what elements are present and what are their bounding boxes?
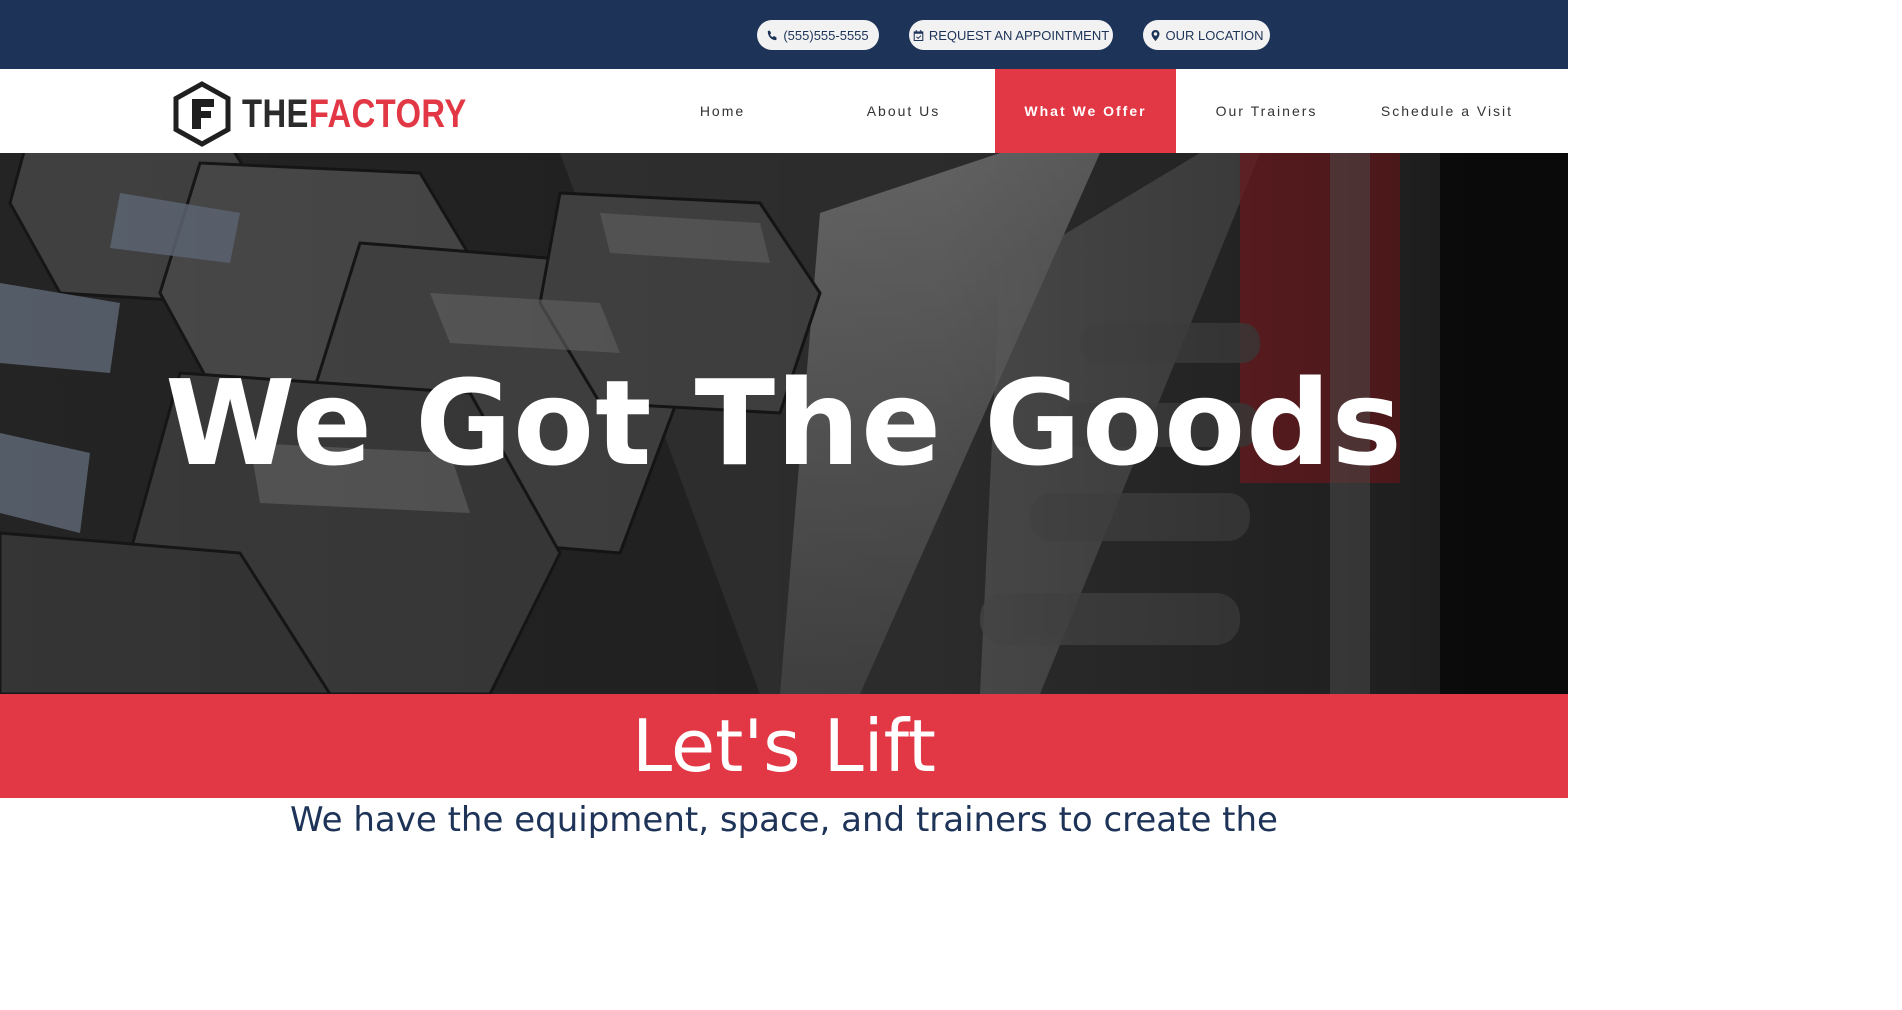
- phone-icon: [768, 30, 777, 40]
- logo-wordmark: THEFACTORY: [242, 92, 467, 137]
- nav-our-trainers[interactable]: Our Trainers: [1176, 69, 1357, 153]
- logo-text-the: THE: [242, 91, 309, 136]
- phone-label: (555)555-5555: [783, 27, 869, 43]
- site-logo[interactable]: THEFACTORY: [172, 81, 516, 147]
- map-marker-icon: [1151, 29, 1159, 41]
- nav-about-us[interactable]: About Us: [813, 69, 994, 153]
- main-navbar: THEFACTORY Home About Us What We Offer O…: [0, 69, 1568, 153]
- lets-lift-band: Let's Lift: [0, 694, 1568, 798]
- nav-what-we-offer[interactable]: What We Offer: [995, 69, 1176, 153]
- request-appointment-label: REQUEST AN APPOINTMENT: [928, 27, 1110, 43]
- request-appointment-button[interactable]: REQUEST AN APPOINTMENT: [909, 20, 1113, 50]
- logo-text-factory: FACTORY: [308, 91, 467, 136]
- our-location-button[interactable]: OUR LOCATION: [1143, 20, 1270, 50]
- phone-button[interactable]: (555)555-5555: [757, 20, 879, 50]
- section-heading: Let's Lift: [632, 704, 936, 788]
- nav-schedule-a-visit[interactable]: Schedule a Visit: [1357, 69, 1537, 153]
- nav-home[interactable]: Home: [632, 69, 813, 153]
- hero-title: We Got The Goods: [165, 354, 1403, 492]
- factory-logo-icon: [173, 81, 231, 147]
- calendar-check-icon: [913, 29, 924, 41]
- our-location-label: OUR LOCATION: [1165, 27, 1264, 43]
- hero-banner: We Got The Goods: [0, 153, 1568, 694]
- intro-text: We have the equipment, space, and traine…: [290, 800, 1278, 840]
- top-contact-bar: (555)555-5555 REQUEST AN APPOINTMENT OUR…: [0, 0, 1568, 69]
